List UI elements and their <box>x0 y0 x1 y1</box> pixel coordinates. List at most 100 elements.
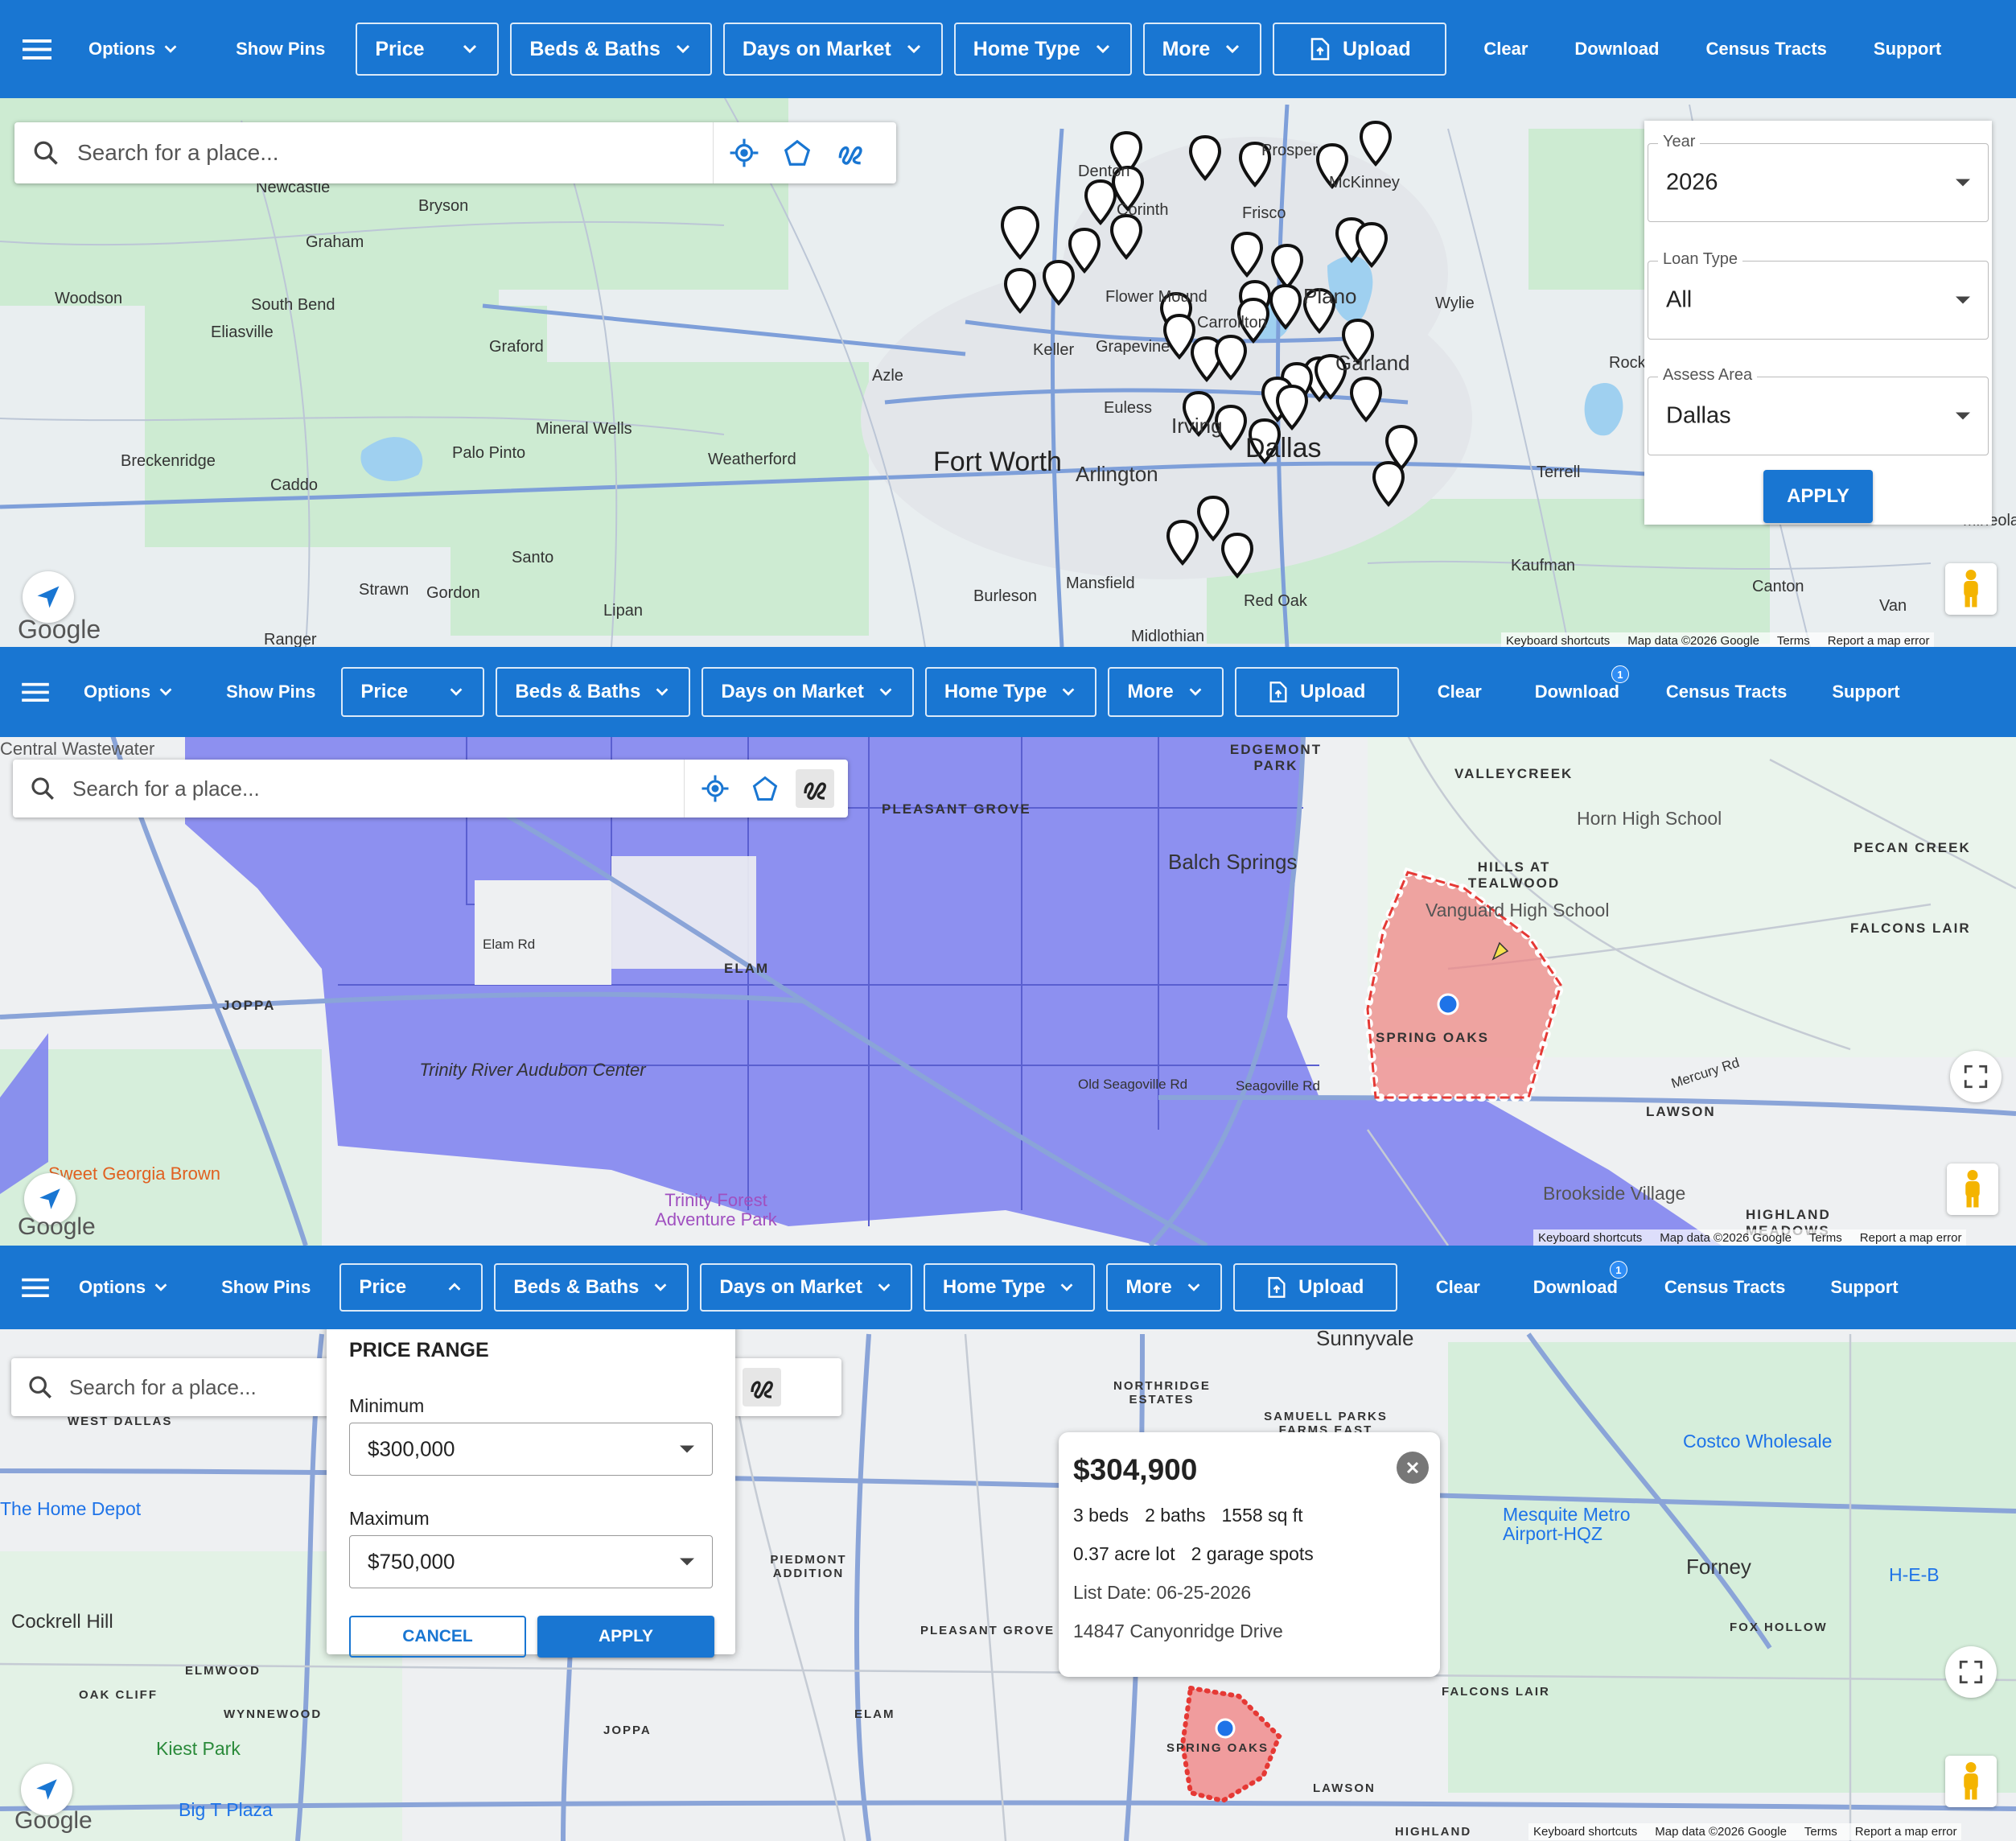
price-filter-button[interactable]: Price <box>356 23 500 76</box>
chevron-down-icon <box>463 44 477 54</box>
loan-type-select[interactable]: Loan Type All <box>1648 250 1989 340</box>
home-type-filter-button[interactable]: Home Type <box>923 1263 1096 1312</box>
menu-icon[interactable] <box>16 1268 55 1307</box>
assess-area-select[interactable]: Assess Area Dallas <box>1648 366 1989 455</box>
map-label: Fort Worth <box>933 447 1062 477</box>
options-menu[interactable]: Options <box>84 682 175 702</box>
beds-baths-filter-button[interactable]: Beds & Baths <box>494 1263 689 1312</box>
more-filter-button[interactable]: More <box>1106 1263 1222 1312</box>
census-tracts-button[interactable]: Census Tracts <box>1706 39 1827 60</box>
terms-link[interactable]: Terms <box>1777 634 1810 647</box>
street-view-pegman[interactable] <box>1945 563 1997 615</box>
options-menu[interactable]: Options <box>88 39 179 60</box>
freehand-draw-icon[interactable] <box>796 769 834 808</box>
download-button[interactable]: Download <box>1574 39 1659 60</box>
beds-baths-filter-button[interactable]: Beds & Baths <box>510 23 712 76</box>
map-label: Graham <box>306 233 364 251</box>
clear-button[interactable]: Clear <box>1483 39 1528 60</box>
price-filter-button[interactable]: Price <box>341 667 485 717</box>
chevron-down-icon <box>879 688 892 696</box>
upload-button[interactable]: Upload <box>1232 1263 1397 1312</box>
menu-icon[interactable] <box>16 673 55 711</box>
map-label: Dallas <box>1245 433 1322 463</box>
report-map-error-link[interactable]: Report a map error <box>1828 634 1930 647</box>
show-pins-button[interactable]: Show Pins <box>221 1277 311 1298</box>
apply-button[interactable]: APPLY <box>1763 470 1873 523</box>
map-tools <box>684 760 845 818</box>
home-type-label: Home Type <box>942 1276 1046 1298</box>
fullscreen-button[interactable] <box>1945 1646 1997 1698</box>
census-tracts-button[interactable]: Census Tracts <box>1666 682 1787 702</box>
polygon-icon[interactable] <box>778 134 817 172</box>
map-label: Brookside Village <box>1543 1183 1686 1204</box>
minimum-price-select[interactable]: $300,000 <box>349 1423 713 1476</box>
keyboard-shortcuts-link[interactable]: Keyboard shortcuts <box>1533 1825 1637 1839</box>
map-label: Trinity Forest Adventure Park <box>655 1190 777 1229</box>
freehand-draw-icon[interactable] <box>831 134 870 172</box>
days-on-market-filter-button[interactable]: Days on Market <box>722 23 943 76</box>
map-label: Canton <box>1752 578 1804 595</box>
download-button[interactable]: Download 1 <box>1533 1261 1627 1298</box>
terms-link[interactable]: Terms <box>1809 1231 1842 1245</box>
report-map-error-link[interactable]: Report a map error <box>1855 1825 1957 1839</box>
clear-button[interactable]: Clear <box>1438 682 1482 702</box>
upload-button[interactable]: Upload <box>1234 667 1399 717</box>
cancel-button[interactable]: CANCEL <box>349 1616 526 1658</box>
show-pins-button[interactable]: Show Pins <box>226 682 315 702</box>
map-label: FALCONS LAIR <box>1850 920 1971 936</box>
filter-card: Year 2026 Loan Type All Assess Area Dall… <box>1644 121 1992 525</box>
menu-icon[interactable] <box>18 30 56 68</box>
polygon-icon[interactable] <box>746 769 784 808</box>
freehand-draw-icon[interactable] <box>743 1368 781 1406</box>
map-label: Mesquite Metro Airport-HQZ <box>1503 1504 1631 1544</box>
street-view-pegman[interactable] <box>1947 1163 1998 1215</box>
map-canvas[interactable] <box>0 1246 2016 1841</box>
terms-link[interactable]: Terms <box>1804 1825 1837 1839</box>
beds-baths-filter-button[interactable]: Beds & Baths <box>496 667 691 717</box>
close-icon[interactable] <box>1397 1452 1429 1484</box>
support-link[interactable]: Support <box>1830 1277 1898 1298</box>
days-on-market-filter-button[interactable]: Days on Market <box>701 667 914 717</box>
home-type-filter-button[interactable]: Home Type <box>924 667 1097 717</box>
fullscreen-button[interactable] <box>1950 1051 2002 1102</box>
report-map-error-link[interactable]: Report a map error <box>1860 1231 1962 1245</box>
map-label: Seagoville Rd <box>1236 1078 1320 1093</box>
show-pins-button[interactable]: Show Pins <box>236 39 325 60</box>
search-input[interactable] <box>72 766 684 811</box>
search-input[interactable] <box>77 129 713 177</box>
street-view-pegman[interactable] <box>1945 1756 1997 1807</box>
locate-icon[interactable] <box>725 134 763 172</box>
more-filter-button[interactable]: More <box>1108 667 1224 717</box>
clear-button[interactable]: Clear <box>1436 1277 1480 1298</box>
download-button[interactable]: Download 1 <box>1535 665 1629 702</box>
price-range-dropdown: PRICE RANGE Minimum $300,000 Maximum $75… <box>327 1310 735 1658</box>
keyboard-shortcuts-link[interactable]: Keyboard shortcuts <box>1506 634 1610 647</box>
maximum-price-select[interactable]: $750,000 <box>349 1535 713 1588</box>
apply-button[interactable]: APPLY <box>537 1616 714 1658</box>
keyboard-shortcuts-link[interactable]: Keyboard shortcuts <box>1538 1231 1642 1245</box>
map-label: ELAM <box>854 1707 895 1721</box>
top-toolbar: Options Show Pins Price Beds & Baths Day… <box>0 1246 2016 1329</box>
map-label: Denton <box>1078 163 1130 180</box>
upload-button[interactable]: Upload <box>1273 23 1447 76</box>
listing-sqft: 1558 sq ft <box>1221 1505 1303 1526</box>
home-type-filter-button[interactable]: Home Type <box>953 23 1132 76</box>
year-select[interactable]: Year 2026 <box>1648 133 1989 222</box>
price-label: Price <box>359 1276 407 1298</box>
days-on-market-filter-button[interactable]: Days on Market <box>700 1263 912 1312</box>
support-link[interactable]: Support <box>1874 39 1941 60</box>
map-label: Grapevine <box>1096 338 1171 356</box>
price-filter-button[interactable]: Price <box>339 1263 483 1312</box>
beds-baths-label: Beds & Baths <box>529 37 660 60</box>
options-menu[interactable]: Options <box>79 1277 170 1298</box>
census-tracts-button[interactable]: Census Tracts <box>1664 1277 1785 1298</box>
year-value: 2026 <box>1666 169 1718 196</box>
map-data-text: Map data ©2026 Google <box>1655 1825 1787 1839</box>
support-link[interactable]: Support <box>1832 682 1899 702</box>
minimum-price-value: $300,000 <box>368 1436 455 1461</box>
assess-area-value: Dallas <box>1666 402 1731 429</box>
map-detail[interactable]: Sunnyvale Costco Wholesale Mesquite Metr… <box>0 1246 2016 1841</box>
locate-icon[interactable] <box>696 769 734 808</box>
map-label: Central Wastewater <box>0 739 155 759</box>
more-filter-button[interactable]: More <box>1142 23 1262 76</box>
